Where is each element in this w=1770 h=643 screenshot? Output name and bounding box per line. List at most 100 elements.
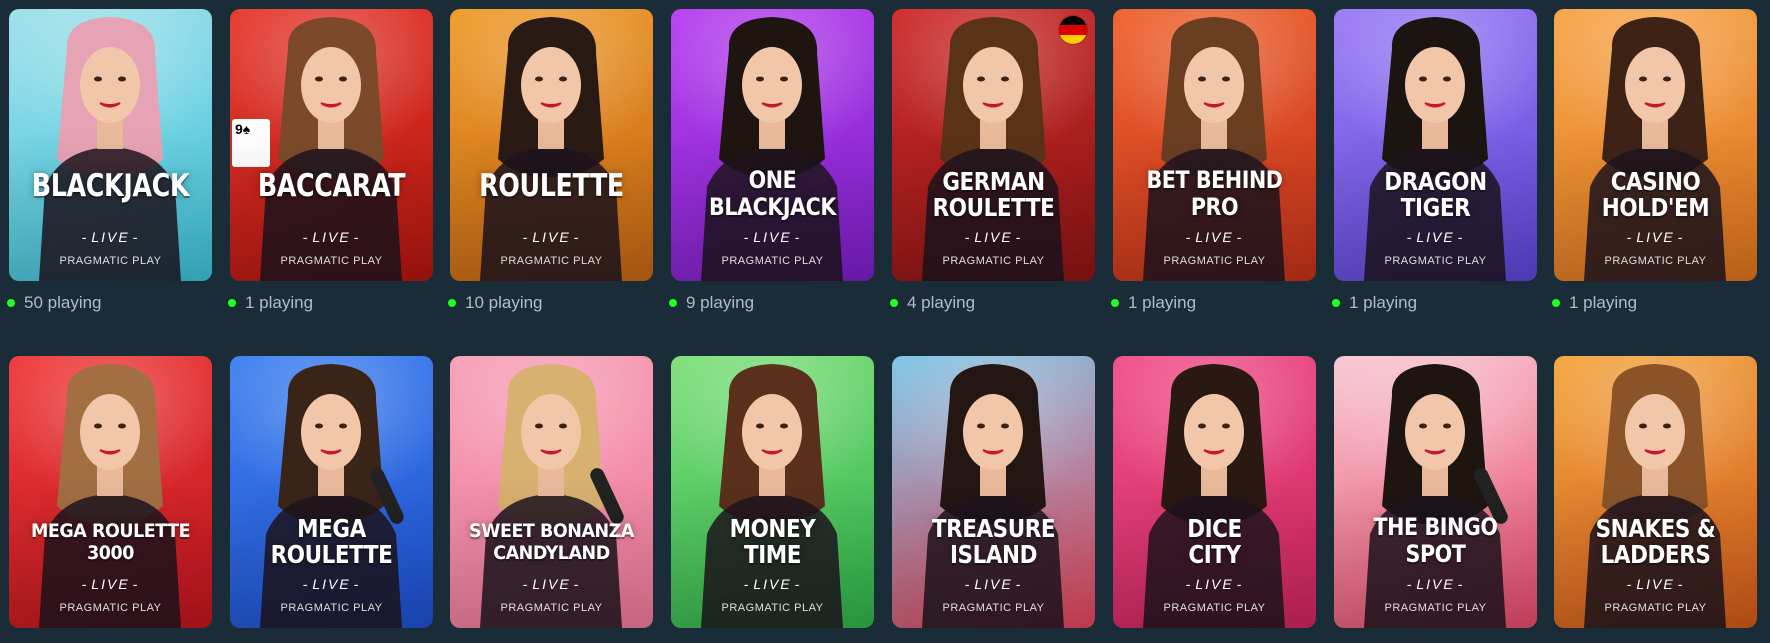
dealer-eye-left xyxy=(315,423,323,429)
dealer-eye-left xyxy=(535,76,543,82)
dealer-eye-right xyxy=(559,423,567,429)
dealer-eye-left xyxy=(756,423,764,429)
playing-count: 10 playing xyxy=(448,293,543,313)
game-tile[interactable]: BET BEHIND PRO LIVE PRAGMATIC PLAY xyxy=(1113,9,1316,281)
live-label: LIVE xyxy=(230,229,433,245)
provider-label: PRAGMATIC PLAY xyxy=(1163,255,1266,267)
dealer-eye-left xyxy=(535,423,543,429)
live-label: LIVE xyxy=(1113,576,1316,592)
game-title: THE BINGO SPOT xyxy=(1373,513,1498,568)
game-title: CASINO HOLD'EM xyxy=(1601,167,1710,222)
playing-count: 4 playing xyxy=(890,293,975,313)
playing-count-text: 50 playing xyxy=(24,293,102,312)
live-label: LIVE xyxy=(1554,576,1757,592)
game-title: TREASURE ISLAND xyxy=(931,514,1056,569)
game-tile[interactable]: MONEY TIME LIVE PRAGMATIC PLAY xyxy=(671,356,874,628)
game-tile[interactable]: ROULETTE LIVE PRAGMATIC PLAY xyxy=(450,9,653,281)
game-title: MONEY TIME xyxy=(729,514,816,569)
game-title: BLACKJACK xyxy=(31,168,190,204)
dealer-eye-right xyxy=(1663,423,1671,429)
game-tile[interactable]: 9♠BACCARATLIVEPRAGMATIC PLAY xyxy=(230,9,433,281)
provider-label: PRAGMATIC PLAY xyxy=(1604,602,1707,614)
live-label: LIVE xyxy=(892,576,1095,592)
game-tile[interactable]: MEGA ROULETTE 3000 LIVE PRAGMATIC PLAY xyxy=(9,356,212,628)
game-title: ROULETTE xyxy=(479,168,624,204)
live-label: LIVE xyxy=(450,229,653,245)
game-title: BACCARAT xyxy=(257,168,406,204)
playing-count: 1 playing xyxy=(1552,293,1637,313)
live-label: LIVE xyxy=(1334,576,1537,592)
green-dot-icon xyxy=(1332,299,1340,307)
live-label: LIVE xyxy=(671,576,874,592)
dealer-eye-right xyxy=(1443,423,1451,429)
green-dot-icon xyxy=(1552,299,1560,307)
dealer-face xyxy=(1625,394,1685,470)
provider-label: PRAGMATIC PLAY xyxy=(721,602,824,614)
dealer-face xyxy=(301,47,361,123)
game-tile[interactable]: BLACKJACK LIVE PRAGMATIC PLAY xyxy=(9,9,212,281)
provider-label: PRAGMATIC PLAY xyxy=(280,255,383,267)
playing-count: 1 playing xyxy=(1332,293,1417,313)
dealer-eye-right xyxy=(780,76,788,82)
game-tile[interactable]: THE BINGO SPOT LIVE PRAGMATIC PLAY xyxy=(1334,356,1537,628)
game-grid: BLACKJACKLIVEPRAGMATIC PLAY50 playing9♠B… xyxy=(0,0,1770,643)
live-label: LIVE xyxy=(1334,229,1537,245)
game-title: SNAKES & LADDERS xyxy=(1595,514,1716,569)
dealer-eye-left xyxy=(977,76,985,82)
game-tile[interactable]: SNAKES & LADDERS LIVE PRAGMATIC PLAY xyxy=(1554,356,1757,628)
dealer-eye-right xyxy=(780,423,788,429)
dealer-eye-left xyxy=(1639,76,1647,82)
dealer-eye-right xyxy=(1663,76,1671,82)
dealer-face xyxy=(80,394,140,470)
playing-count: 9 playing xyxy=(669,293,754,313)
game-title: SWEET BONANZA CANDYLAND xyxy=(469,520,634,564)
provider-label: PRAGMATIC PLAY xyxy=(1163,602,1266,614)
germany-flag-icon xyxy=(1059,16,1087,44)
provider-label: PRAGMATIC PLAY xyxy=(942,602,1045,614)
green-dot-icon xyxy=(1111,299,1119,307)
live-label: LIVE xyxy=(1113,229,1316,245)
green-dot-icon xyxy=(228,299,236,307)
game-tile[interactable]: ONE BLACKJACK LIVE PRAGMATIC PLAY xyxy=(671,9,874,281)
dealer-eye-right xyxy=(1222,76,1230,82)
playing-count-text: 10 playing xyxy=(465,293,543,312)
game-title: ONE BLACKJACK xyxy=(709,166,836,221)
dealer-eye-left xyxy=(977,423,985,429)
game-tile[interactable]: MEGA ROULETTE LIVE PRAGMATIC PLAY xyxy=(230,356,433,628)
dealer-eye-right xyxy=(559,76,567,82)
game-title: MEGA ROULETTE xyxy=(270,514,393,569)
game-tile[interactable]: DRAGON TIGER LIVE PRAGMATIC PLAY xyxy=(1334,9,1537,281)
provider-label: PRAGMATIC PLAY xyxy=(1384,602,1487,614)
playing-count-text: 1 playing xyxy=(1569,293,1638,312)
dealer-eye-left xyxy=(94,423,102,429)
game-tile[interactable]: SWEET BONANZA CANDYLAND LIVE PRAGMATIC PLA… xyxy=(450,356,653,628)
dealer-face xyxy=(521,394,581,470)
dealer-eye-left xyxy=(1419,423,1427,429)
green-dot-icon xyxy=(890,299,898,307)
game-tile[interactable]: TREASURE ISLAND LIVE PRAGMATIC PLAY xyxy=(892,356,1095,628)
game-title: MEGA ROULETTE 3000 xyxy=(30,520,191,564)
game-title: DICE CITY xyxy=(1187,514,1242,569)
playing-count-text: 1 playing xyxy=(1349,293,1418,312)
game-title: GERMAN ROULETTE xyxy=(932,167,1055,222)
dealer-face xyxy=(1405,47,1465,123)
playing-count-text: 9 playing xyxy=(686,293,755,312)
dealer-eye-right xyxy=(339,76,347,82)
game-tile[interactable]: GERMAN ROULETTE LIVE PRAGMATIC PLAY xyxy=(892,9,1095,281)
dealer-eye-right xyxy=(118,76,126,82)
provider-label: PRAGMATIC PLAY xyxy=(500,602,603,614)
playing-count: 1 playing xyxy=(1111,293,1196,313)
dealer-face xyxy=(1184,394,1244,470)
live-label: LIVE xyxy=(1554,229,1757,245)
playing-count: 50 playing xyxy=(7,293,102,313)
dealer-face xyxy=(521,47,581,123)
provider-label: PRAGMATIC PLAY xyxy=(1604,255,1707,267)
game-tile[interactable]: CASINO HOLD'EM LIVE PRAGMATIC PLAY xyxy=(1554,9,1757,281)
dealer-eye-right xyxy=(1443,76,1451,82)
dealer-eye-right xyxy=(1222,423,1230,429)
dealer-eye-left xyxy=(315,76,323,82)
dealer-face xyxy=(963,394,1023,470)
live-label: LIVE xyxy=(9,229,212,245)
dealer-eye-left xyxy=(1198,423,1206,429)
game-tile[interactable]: DICE CITY LIVE PRAGMATIC PLAY xyxy=(1113,356,1316,628)
